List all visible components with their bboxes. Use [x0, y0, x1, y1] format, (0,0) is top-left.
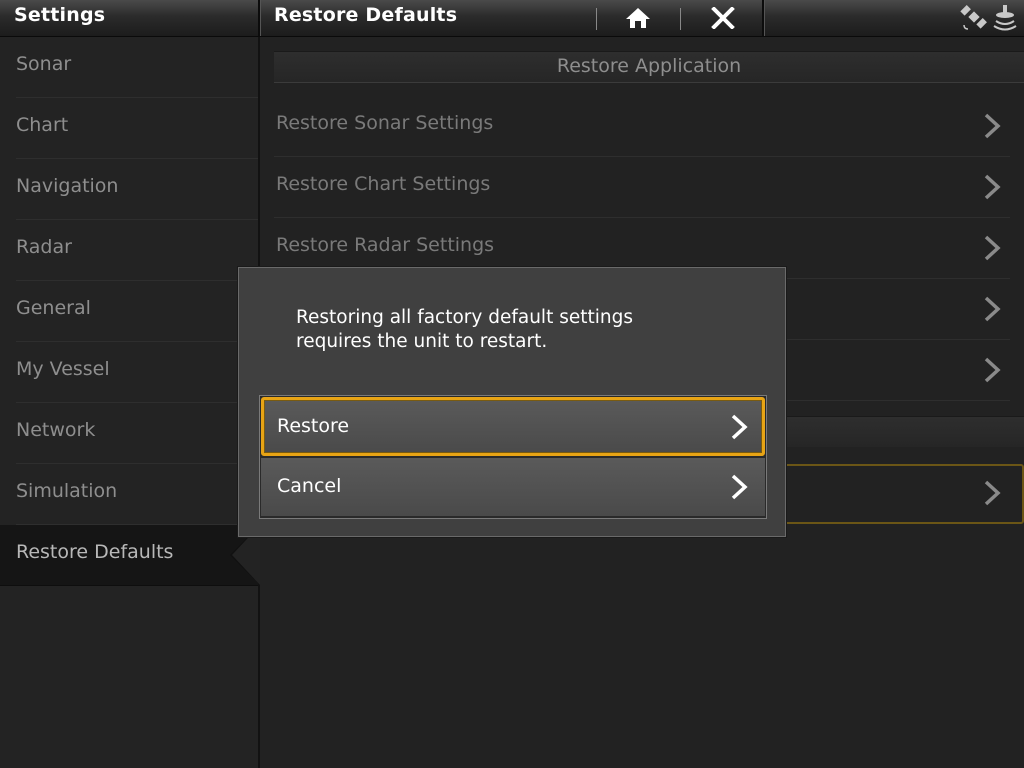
- sidebar-item-chart[interactable]: Chart: [16, 98, 258, 159]
- chevron-right-icon: [984, 113, 1001, 139]
- restore-confirm-dialog: Restoring all factory default settings r…: [238, 267, 786, 537]
- restore-chart-settings-row[interactable]: Restore Chart Settings: [274, 157, 1010, 218]
- row-label: Restore Sonar Settings: [276, 112, 494, 134]
- restore-button-label: Restore: [277, 415, 350, 437]
- sidebar-item-general[interactable]: General: [16, 281, 258, 342]
- sidebar-item-label: Radar: [16, 236, 72, 258]
- row-label: Restore Chart Settings: [276, 173, 491, 195]
- sidebar-item-label: Sonar: [16, 53, 72, 75]
- sonar-transducer-icon: [993, 5, 1017, 31]
- sidebar-item-my-vessel[interactable]: My Vessel: [16, 342, 258, 403]
- toolbar-tick: [596, 8, 597, 30]
- gps-satellite-icon: [960, 5, 987, 30]
- sidebar-item-simulation[interactable]: Simulation: [16, 464, 258, 525]
- sidebar-item-label: Simulation: [16, 480, 118, 502]
- title-bar: Settings Restore Defaults: [0, 0, 1024, 37]
- dialog-message-line: requires the unit to restart.: [296, 331, 548, 352]
- chevron-right-icon: [984, 235, 1001, 261]
- close-icon: [711, 7, 735, 29]
- sidebar-item-label: Chart: [16, 114, 69, 136]
- title-divider: [258, 0, 261, 36]
- chevron-right-icon: [984, 357, 1001, 383]
- settings-sidebar: Sonar Chart Navigation Radar General My …: [0, 37, 260, 768]
- sidebar-item-radar[interactable]: Radar: [16, 220, 258, 281]
- sidebar-item-label: Network: [16, 419, 96, 441]
- chevron-right-icon: [984, 296, 1001, 322]
- page-title: Restore Defaults: [274, 4, 458, 26]
- sidebar-item-label: Navigation: [16, 175, 119, 197]
- sidebar-item-navigation[interactable]: Navigation: [16, 159, 258, 220]
- chevron-right-icon: [731, 474, 748, 500]
- home-button[interactable]: [613, 3, 663, 33]
- chevron-right-icon: [984, 174, 1001, 200]
- restore-sonar-settings-row[interactable]: Restore Sonar Settings: [274, 96, 1010, 157]
- chevron-right-icon: [984, 480, 1001, 506]
- toolbar-tick: [680, 8, 681, 30]
- sidebar-item-sonar[interactable]: Sonar: [16, 37, 258, 98]
- status-icons: [960, 3, 1018, 31]
- sidebar-item-label: Restore Defaults: [16, 541, 174, 563]
- dialog-message-line: Restoring all factory default settings: [296, 307, 633, 328]
- row-label: Restore Radar Settings: [276, 234, 495, 256]
- sidebar-item-label: General: [16, 297, 91, 319]
- sidebar-item-network[interactable]: Network: [16, 403, 258, 464]
- home-icon: [626, 8, 650, 28]
- cancel-button-label: Cancel: [277, 475, 342, 497]
- dialog-options: Restore Cancel: [259, 395, 767, 519]
- close-button[interactable]: [698, 3, 748, 33]
- chevron-right-icon: [731, 414, 748, 440]
- section-header-restore-application: Restore Application: [274, 51, 1024, 83]
- sidebar-item-restore-defaults[interactable]: Restore Defaults: [0, 525, 260, 586]
- cancel-button[interactable]: Cancel: [261, 458, 765, 516]
- settings-title: Settings: [14, 4, 106, 26]
- dialog-message: Restoring all factory default settings r…: [296, 306, 716, 354]
- title-divider: [762, 0, 765, 36]
- sidebar-item-label: My Vessel: [16, 358, 110, 380]
- restore-button[interactable]: Restore: [261, 397, 765, 456]
